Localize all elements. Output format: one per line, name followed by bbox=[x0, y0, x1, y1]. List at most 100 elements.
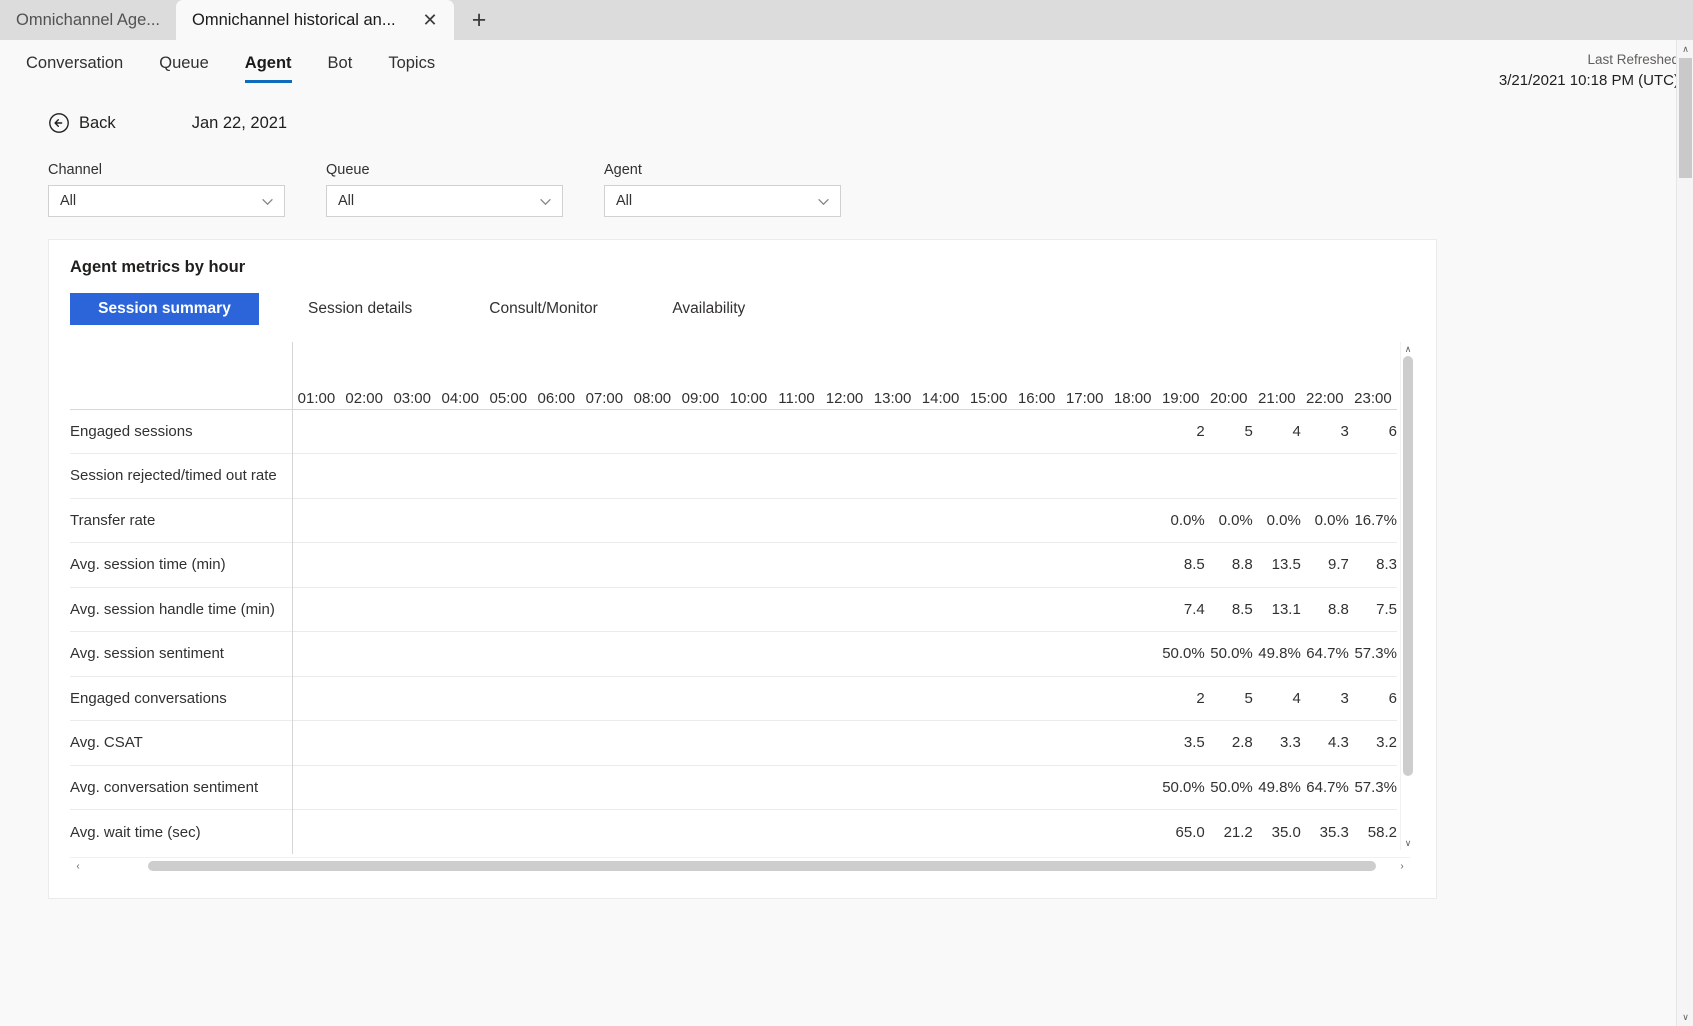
table-cell-value bbox=[340, 453, 389, 498]
row-header-metric: Avg. wait time (sec) bbox=[70, 809, 293, 854]
nav-item-topics[interactable]: Topics bbox=[388, 54, 435, 83]
table-row: Transfer rate 0.0% 0.0% 0.0% 0.0% 16.7% bbox=[70, 497, 1397, 543]
table-cell-value bbox=[820, 497, 869, 543]
row-header-metric: Avg. session handle time (min) bbox=[70, 586, 293, 632]
table-cell-value bbox=[772, 497, 821, 543]
table-cell-value: 50.0% bbox=[1156, 764, 1205, 810]
tab-session-summary[interactable]: Session summary bbox=[70, 293, 259, 325]
table-cell-value bbox=[628, 497, 677, 543]
tab-consult-monitor[interactable]: Consult/Monitor bbox=[473, 293, 614, 325]
table-cell-value bbox=[724, 542, 773, 587]
table-cell-value bbox=[388, 542, 437, 587]
page-scrollbar[interactable]: ∧ ∨ bbox=[1676, 40, 1693, 1026]
table-cell-value bbox=[340, 497, 389, 543]
row-header-metric: Avg. session time (min) bbox=[70, 542, 293, 587]
table-cell-value: 2 bbox=[1156, 408, 1205, 454]
table-cell-value bbox=[1012, 542, 1061, 587]
table-cell-value bbox=[484, 408, 533, 454]
table-cell-value bbox=[916, 408, 965, 454]
table-cell-value bbox=[916, 675, 965, 721]
matrix-horizontal-scrollbar[interactable]: ‹ › bbox=[70, 857, 1410, 873]
column-header-hour: 17:00 bbox=[1065, 389, 1104, 407]
table-cell-value bbox=[580, 586, 629, 632]
column-header-hour: 08:00 bbox=[633, 389, 672, 407]
filter-channel-dropdown[interactable]: All bbox=[48, 185, 285, 217]
table-cell-value bbox=[580, 809, 629, 854]
table-cell-value bbox=[676, 631, 725, 676]
nav-item-conversation[interactable]: Conversation bbox=[26, 54, 123, 83]
table-cell-value bbox=[772, 675, 821, 721]
page-scroll-thumb[interactable] bbox=[1679, 58, 1692, 178]
table-cell-value bbox=[772, 453, 821, 498]
vertical-scroll-thumb[interactable] bbox=[1403, 356, 1413, 776]
nav-item-bot[interactable]: Bot bbox=[328, 54, 353, 83]
scroll-right-icon[interactable]: › bbox=[1394, 858, 1410, 874]
table-cell-value bbox=[676, 675, 725, 721]
table-row: Avg. session time (min) 8.5 8.8 13.5 9.7 8.3 bbox=[70, 542, 1397, 587]
table-cell-value bbox=[292, 720, 341, 765]
table-cell-value: 8.5 bbox=[1156, 542, 1205, 587]
table-cell-value bbox=[340, 586, 389, 632]
column-header-hour: 10:00 bbox=[729, 389, 768, 407]
table-cell-value bbox=[1060, 631, 1109, 676]
filter-agent-label: Agent bbox=[604, 162, 642, 178]
new-tab-icon[interactable]: + bbox=[462, 3, 496, 37]
table-cell-value: 3 bbox=[1300, 408, 1349, 454]
table-cell-value: 8.5 bbox=[1204, 586, 1253, 632]
table-cell-value: 5 bbox=[1204, 675, 1253, 721]
table-cell-value bbox=[1108, 408, 1157, 454]
browser-tab-strip: Omnichannel Age... Omnichannel historica… bbox=[0, 0, 1693, 40]
table-cell-value bbox=[532, 497, 581, 543]
filter-agent-dropdown[interactable]: All bbox=[604, 185, 841, 217]
table-cell-value bbox=[292, 408, 341, 454]
table-cell-value bbox=[724, 809, 773, 854]
browser-tab-inactive[interactable]: Omnichannel Age... bbox=[0, 0, 176, 40]
table-cell-value bbox=[340, 675, 389, 721]
close-icon[interactable]: ✕ bbox=[416, 6, 444, 34]
browser-tab-active[interactable]: Omnichannel historical an... ✕ bbox=[176, 0, 455, 40]
table-cell-value bbox=[1060, 408, 1109, 454]
filter-agent: Agent All bbox=[604, 162, 841, 217]
scroll-up-icon[interactable]: ∧ bbox=[1401, 342, 1415, 356]
table-cell-value bbox=[436, 453, 485, 498]
row-header-metric: Avg. session sentiment bbox=[70, 631, 293, 676]
table-cell-value bbox=[1060, 809, 1109, 854]
table-cell-value bbox=[292, 764, 341, 810]
filter-queue-dropdown[interactable]: All bbox=[326, 185, 563, 217]
column-header-hour: 06:00 bbox=[537, 389, 576, 407]
scroll-left-icon[interactable]: ‹ bbox=[70, 858, 86, 874]
report-nav: Conversation Queue Agent Bot Topics Last… bbox=[0, 40, 1693, 92]
page-scroll-up-icon[interactable]: ∧ bbox=[1677, 40, 1693, 58]
horizontal-scroll-thumb[interactable] bbox=[148, 861, 1376, 871]
table-cell-value: 49.8% bbox=[1252, 764, 1301, 810]
table-cell-value: 57.3% bbox=[1348, 764, 1397, 810]
table-cell-value: 2.8 bbox=[1204, 720, 1253, 765]
page-scroll-down-icon[interactable]: ∨ bbox=[1677, 1008, 1693, 1026]
nav-item-queue[interactable]: Queue bbox=[159, 54, 209, 83]
table-cell-value bbox=[388, 675, 437, 721]
back-button[interactable]: Back bbox=[48, 112, 116, 134]
table-cell-value bbox=[820, 542, 869, 587]
column-header-hour: 07:00 bbox=[585, 389, 624, 407]
table-cell-value bbox=[724, 453, 773, 498]
table-cell-value bbox=[772, 809, 821, 854]
table-cell-value bbox=[964, 542, 1013, 587]
table-cell-value bbox=[820, 764, 869, 810]
tab-availability[interactable]: Availability bbox=[654, 293, 764, 325]
column-header-hour: 12:00 bbox=[825, 389, 864, 407]
scroll-down-icon[interactable]: ∨ bbox=[1401, 836, 1415, 850]
table-cell-value bbox=[436, 720, 485, 765]
table-cell-value: 0.0% bbox=[1204, 497, 1253, 543]
nav-item-agent[interactable]: Agent bbox=[244, 54, 292, 83]
table-cell-value bbox=[1060, 764, 1109, 810]
matrix-vertical-scrollbar[interactable]: ∧ ∨ bbox=[1400, 342, 1414, 850]
column-header-hour: 20:00 bbox=[1209, 389, 1248, 407]
table-cell-value: 16.7% bbox=[1348, 497, 1397, 543]
table-cell-value bbox=[628, 809, 677, 854]
column-header-hour: 18:00 bbox=[1113, 389, 1152, 407]
table-cell-value bbox=[868, 675, 917, 721]
tab-session-details[interactable]: Session details bbox=[292, 293, 428, 325]
table-cell-value bbox=[868, 542, 917, 587]
filter-queue-value: All bbox=[338, 193, 355, 209]
table-cell-value bbox=[628, 631, 677, 676]
